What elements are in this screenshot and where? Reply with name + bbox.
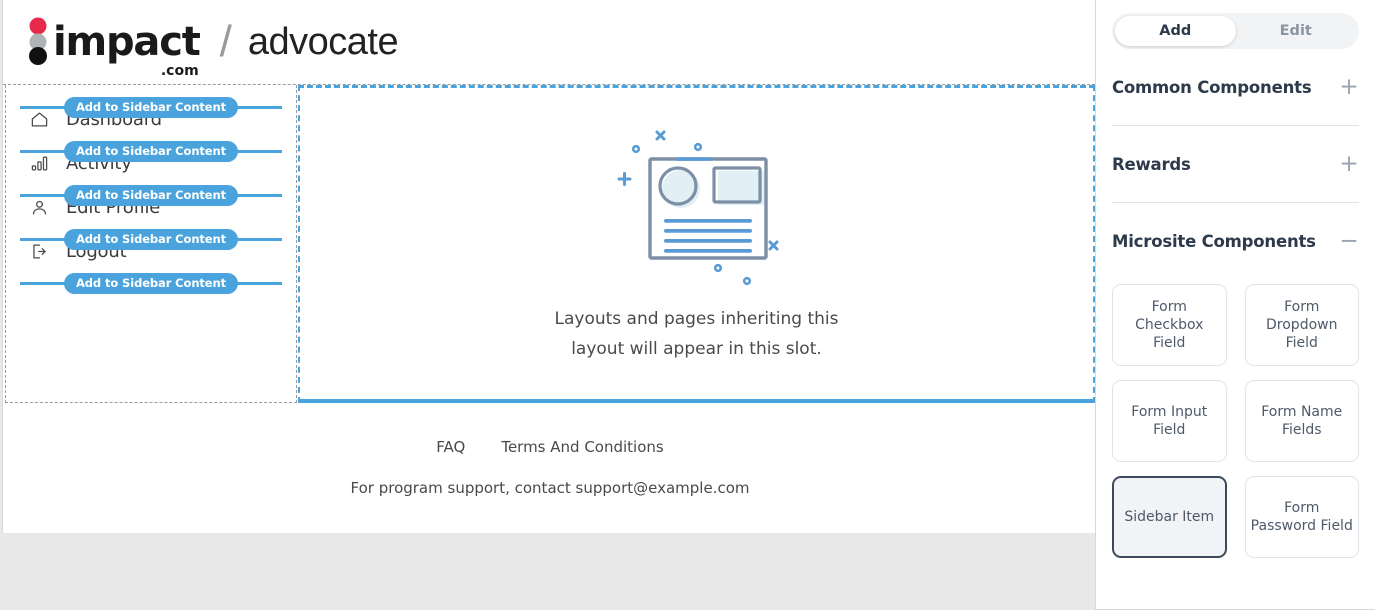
section-title: Rewards [1112,154,1191,174]
add-edit-toggle: Add Edit [1112,13,1359,49]
footer-links: FAQ Terms And Conditions [436,438,663,456]
brand-name: impact [53,19,201,65]
add-to-sidebar-bar[interactable]: Add to Sidebar Content [20,272,282,294]
footer-support-note: For program support, contact support@exa… [350,479,750,497]
add-to-sidebar-label[interactable]: Add to Sidebar Content [63,140,238,162]
component-card-form-name-fields[interactable]: Form Name Fields [1244,380,1359,462]
add-to-sidebar-label[interactable]: Add to Sidebar Content [63,184,238,206]
add-to-sidebar-bar[interactable]: Add to Sidebar Content [20,228,282,250]
minus-icon[interactable]: − [1339,230,1359,253]
tab-add[interactable]: Add [1115,16,1236,46]
plus-icon[interactable]: + [1339,152,1359,176]
footer-link-terms[interactable]: Terms And Conditions [501,438,663,456]
section-common-components[interactable]: Common Components + [1112,49,1359,126]
slot-placeholder-text: Layouts and pages inheriting this layout… [555,304,839,364]
add-to-sidebar-label[interactable]: Add to Sidebar Content [63,272,238,294]
add-to-sidebar-bar[interactable]: Add to Sidebar Content [20,184,282,206]
add-to-sidebar-bar[interactable]: Add to Sidebar Content [20,96,282,118]
brand-wordmark: impact .com [53,19,201,78]
content-slot[interactable]: Layouts and pages inheriting this layout… [298,85,1095,403]
page-preview-sheet: impact .com / advocate Add to Sidebar Co… [2,0,1095,533]
sidebar-slot[interactable]: Add to Sidebar Content Dashboard Add to … [5,85,297,403]
brand-header: impact .com / advocate [3,0,1095,85]
tab-edit[interactable]: Edit [1236,16,1357,46]
component-card-form-dropdown-field[interactable]: Form Dropdown Field [1244,284,1359,366]
footer-link-faq[interactable]: FAQ [436,438,465,456]
component-card-form-password-field[interactable]: Form Password Field [1244,476,1359,558]
slot-text-line-1: Layouts and pages inheriting this [554,308,839,329]
component-card-sidebar-item[interactable]: Sidebar Item [1112,476,1227,558]
brand-logo: impact .com / advocate [27,16,399,78]
page-footer: FAQ Terms And Conditions For program sup… [5,403,1095,532]
add-to-sidebar-label[interactable]: Add to Sidebar Content [63,228,238,250]
brand-divider: / [219,17,232,66]
editor-canvas: impact .com / advocate Add to Sidebar Co… [0,0,1095,610]
add-to-sidebar-label[interactable]: Add to Sidebar Content [63,96,238,118]
brand-suffix: .com [160,63,199,79]
section-title: Microsite Components [1112,232,1316,251]
component-grid: Form Checkbox Field Form Dropdown Field … [1112,280,1359,558]
section-microsite-components[interactable]: Microsite Components − [1112,203,1359,280]
microsite-layout-editor: impact .com / advocate Add to Sidebar Co… [0,0,1375,610]
page-body: Add to Sidebar Content Dashboard Add to … [3,85,1095,403]
section-rewards[interactable]: Rewards + [1112,126,1359,203]
slot-text-line-2: layout will appear in this slot. [571,338,822,359]
component-card-form-input-field[interactable]: Form Input Field [1112,380,1227,462]
section-title: Common Components [1112,77,1312,97]
impact-logo-dots-icon [29,17,47,65]
component-card-form-checkbox-field[interactable]: Form Checkbox Field [1112,284,1227,366]
sidebar-nav-list: Add to Sidebar Content Dashboard Add to … [6,96,296,294]
product-name: advocate [247,21,399,63]
component-inspector-panel: Add Edit Common Components + Rewards + M… [1095,0,1375,610]
plus-icon[interactable]: + [1339,75,1359,99]
add-to-sidebar-bar[interactable]: Add to Sidebar Content [20,140,282,162]
document-placeholder-illustration [602,124,792,294]
